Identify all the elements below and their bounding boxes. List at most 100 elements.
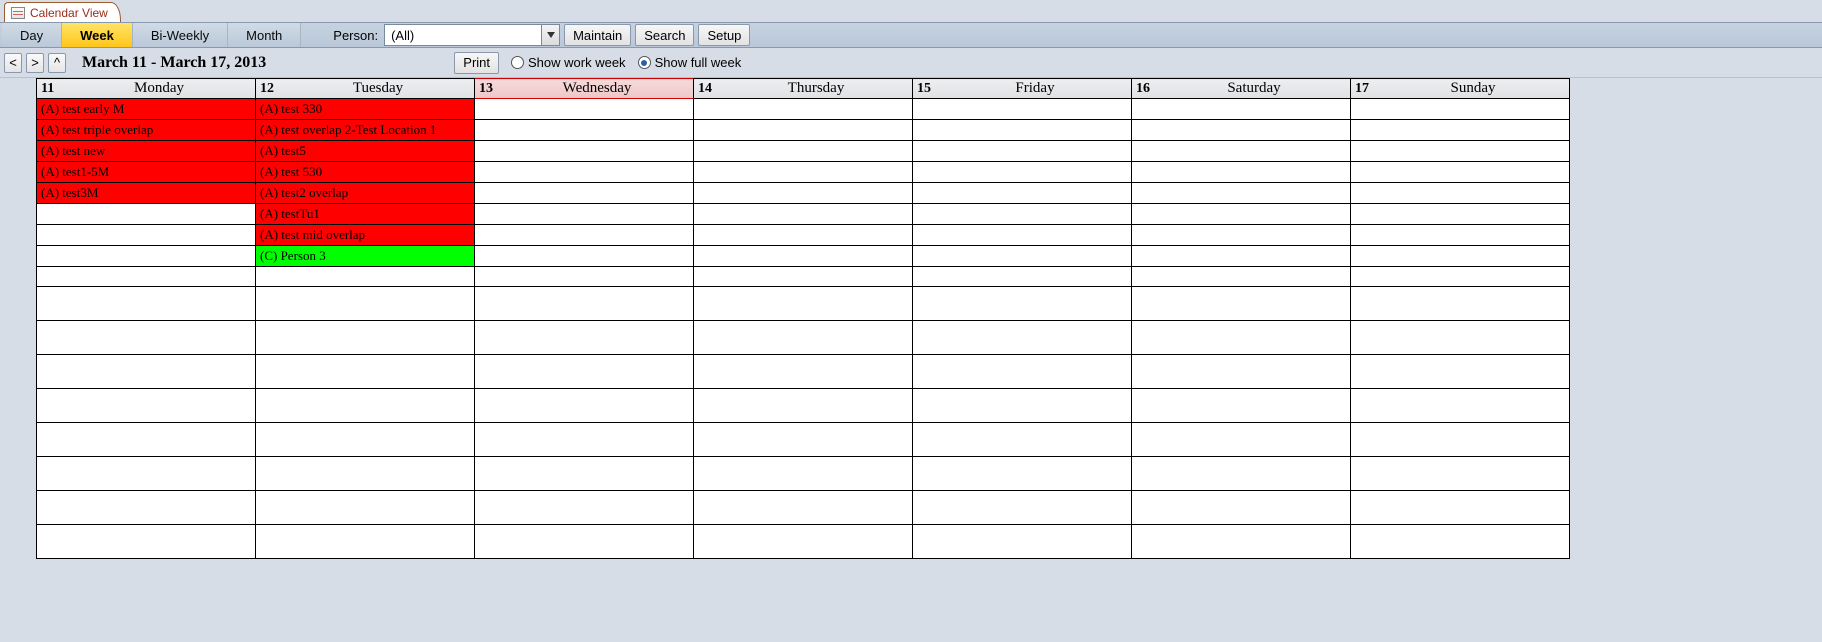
cell[interactable] — [1351, 99, 1570, 120]
view-day-button[interactable]: Day — [2, 23, 62, 47]
cell[interactable] — [475, 321, 694, 355]
cell[interactable] — [913, 321, 1132, 355]
cell[interactable] — [37, 246, 256, 267]
cell[interactable] — [1132, 355, 1351, 389]
cell[interactable] — [1132, 287, 1351, 321]
event[interactable]: (A) test3M — [37, 183, 255, 203]
cell[interactable] — [475, 287, 694, 321]
print-button[interactable]: Print — [454, 52, 499, 74]
day-header-mon[interactable]: 11Monday — [37, 79, 256, 99]
cell[interactable] — [1351, 246, 1570, 267]
cell[interactable] — [1351, 389, 1570, 423]
cell[interactable]: (A) test early M — [37, 99, 256, 120]
cell[interactable] — [475, 141, 694, 162]
event[interactable]: (A) test 330 — [256, 99, 474, 119]
cell[interactable] — [256, 457, 475, 491]
cell[interactable] — [37, 321, 256, 355]
cell[interactable] — [1351, 267, 1570, 287]
cell[interactable] — [37, 204, 256, 225]
cell[interactable] — [37, 491, 256, 525]
cell[interactable] — [694, 267, 913, 287]
cell[interactable] — [475, 491, 694, 525]
search-button[interactable]: Search — [635, 24, 694, 46]
cell[interactable]: (A) test1-5M — [37, 162, 256, 183]
cell[interactable] — [1132, 321, 1351, 355]
cell[interactable] — [694, 525, 913, 559]
cell[interactable]: (A) test3M — [37, 183, 256, 204]
cell[interactable] — [913, 267, 1132, 287]
cell[interactable] — [256, 287, 475, 321]
event[interactable]: (A) test mid overlap — [256, 225, 474, 245]
cell[interactable] — [256, 491, 475, 525]
day-header-wed[interactable]: 13Wednesday — [475, 79, 694, 99]
cell[interactable] — [256, 355, 475, 389]
cell[interactable] — [1351, 457, 1570, 491]
cell[interactable] — [694, 491, 913, 525]
cell[interactable]: (A) test mid overlap — [256, 225, 475, 246]
cell[interactable] — [1132, 525, 1351, 559]
event[interactable]: (A) test overlap 2-Test Location 1 — [256, 120, 474, 140]
cell[interactable] — [1351, 162, 1570, 183]
cell[interactable] — [475, 225, 694, 246]
cell[interactable]: (A) test2 overlap — [256, 183, 475, 204]
cell[interactable] — [1351, 423, 1570, 457]
day-header-tue[interactable]: 12Tuesday — [256, 79, 475, 99]
cell[interactable] — [475, 204, 694, 225]
day-header-thu[interactable]: 14Thursday — [694, 79, 913, 99]
event[interactable]: (A) test new — [37, 141, 255, 161]
event[interactable]: (A) testTu1 — [256, 204, 474, 224]
cell[interactable] — [1351, 321, 1570, 355]
cell[interactable] — [475, 99, 694, 120]
event[interactable]: (A) test 530 — [256, 162, 474, 182]
cell[interactable] — [1351, 141, 1570, 162]
cell[interactable] — [475, 246, 694, 267]
cell[interactable] — [475, 267, 694, 287]
cell[interactable] — [694, 246, 913, 267]
cell[interactable] — [1132, 457, 1351, 491]
view-month-button[interactable]: Month — [228, 23, 301, 47]
cell[interactable] — [913, 389, 1132, 423]
cell[interactable]: (A) test5 — [256, 141, 475, 162]
cell[interactable] — [37, 457, 256, 491]
cell[interactable]: (A) test triple overlap — [37, 120, 256, 141]
chevron-down-icon[interactable] — [541, 25, 559, 45]
cell[interactable] — [694, 141, 913, 162]
cell[interactable] — [37, 287, 256, 321]
cell[interactable] — [1132, 141, 1351, 162]
cell[interactable] — [1132, 225, 1351, 246]
event[interactable]: (A) test2 overlap — [256, 183, 474, 203]
event[interactable]: (C) Person 3 — [256, 246, 474, 266]
cell[interactable] — [37, 525, 256, 559]
cell[interactable] — [1132, 389, 1351, 423]
view-biweekly-button[interactable]: Bi-Weekly — [133, 23, 228, 47]
radio-show-work-week[interactable]: Show work week — [511, 55, 626, 70]
cell[interactable] — [37, 423, 256, 457]
person-combo[interactable]: (All) — [384, 24, 560, 46]
cell[interactable] — [694, 389, 913, 423]
cell[interactable] — [1351, 287, 1570, 321]
cell[interactable] — [256, 423, 475, 457]
cell[interactable] — [913, 246, 1132, 267]
cell[interactable] — [256, 321, 475, 355]
cell[interactable] — [256, 525, 475, 559]
cell[interactable] — [1351, 525, 1570, 559]
cell[interactable] — [694, 457, 913, 491]
cell[interactable]: (C) Person 3 — [256, 246, 475, 267]
day-header-fri[interactable]: 15Friday — [913, 79, 1132, 99]
maintain-button[interactable]: Maintain — [564, 24, 631, 46]
cell[interactable] — [913, 120, 1132, 141]
cell[interactable] — [37, 225, 256, 246]
setup-button[interactable]: Setup — [698, 24, 750, 46]
tab-calendar-view[interactable]: Calendar View — [4, 2, 121, 22]
nav-next-button[interactable]: > — [26, 53, 44, 73]
cell[interactable] — [1351, 491, 1570, 525]
cell[interactable] — [1132, 183, 1351, 204]
cell[interactable] — [913, 99, 1132, 120]
cell[interactable] — [913, 457, 1132, 491]
cell[interactable] — [694, 321, 913, 355]
nav-prev-button[interactable]: < — [4, 53, 22, 73]
cell[interactable] — [475, 389, 694, 423]
cell[interactable] — [694, 204, 913, 225]
cell[interactable] — [1351, 183, 1570, 204]
cell[interactable] — [475, 162, 694, 183]
